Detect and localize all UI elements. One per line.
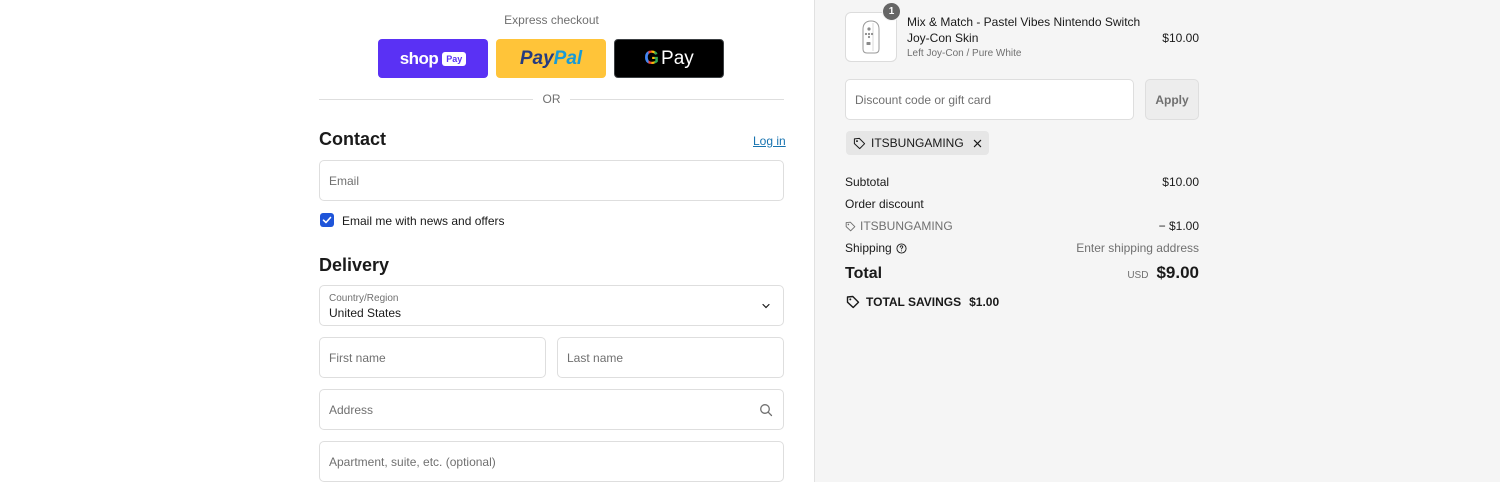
discount-code-label: ITSBUNGAMING — [860, 219, 953, 233]
currency-code: USD — [1127, 270, 1149, 281]
paypal-wordmark-part1: Pay — [519, 47, 554, 69]
chevron-down-icon — [762, 303, 770, 308]
total-value: $9.00 — [1156, 263, 1199, 282]
order-discount-label: Order discount — [845, 197, 924, 211]
paypal-wordmark: PayPal — [520, 48, 582, 70]
apply-discount-button[interactable]: Apply — [1145, 79, 1199, 120]
discount-code-row: ITSBUNGAMING − $1.00 — [845, 219, 1199, 233]
remove-discount-button[interactable] — [973, 139, 982, 148]
first-name-field[interactable]: First name — [319, 337, 546, 378]
applied-discount-chip: ITSBUNGAMING — [846, 131, 989, 155]
google-pay-wordmark: G Pay — [644, 48, 694, 70]
check-icon — [322, 216, 332, 224]
quantity-badge: 1 — [882, 2, 901, 21]
search-icon — [760, 403, 773, 416]
total-label: Total — [845, 265, 883, 282]
joy-con-skin-image — [862, 20, 880, 54]
shop-pay-button[interactable]: shop Pay — [378, 39, 488, 78]
info-icon — [896, 242, 907, 254]
total-amount-group: USD $9.00 — [1127, 263, 1199, 283]
express-checkout-title: Express checkout — [504, 13, 599, 27]
google-pay-button[interactable]: G Pay — [614, 39, 724, 78]
close-icon — [973, 139, 981, 147]
discount-value: − $1.00 — [1158, 219, 1199, 233]
paypal-button[interactable]: PayPal — [496, 39, 606, 78]
total-savings-label: TOTAL SAVINGS — [866, 295, 962, 309]
contact-heading: Contact — [319, 129, 386, 149]
subtotal-row: Subtotal $10.00 — [845, 175, 1199, 189]
product-variant: Left Joy-Con / Pure White — [907, 48, 1022, 59]
paypal-wordmark-part2: Pal — [553, 47, 583, 69]
address-placeholder: Address — [329, 402, 374, 417]
discount-code-label-group: ITSBUNGAMING — [845, 219, 1199, 233]
google-pay-text: Pay — [661, 47, 694, 69]
shipping-value: Enter shipping address — [1076, 241, 1199, 255]
country-label: Country/Region — [329, 293, 399, 304]
google-g-logo: G — [644, 47, 660, 69]
country-value: United States — [329, 306, 402, 320]
shop-pay-wordmark: shop — [399, 48, 439, 68]
first-name-placeholder: First name — [329, 350, 386, 365]
applied-discount-code: ITSBUNGAMING — [871, 136, 964, 150]
email-placeholder: Email — [329, 173, 360, 188]
subtotal-value: $10.00 — [1162, 175, 1199, 189]
shop-pay-pill: Pay — [442, 51, 467, 66]
shipping-info-button[interactable] — [896, 242, 907, 254]
shipping-label: Shipping — [845, 241, 892, 255]
checkout-main: Express checkout shop Pay PayPal G Pay O… — [0, 0, 814, 482]
shipping-row: Shipping Enter shipping address — [845, 241, 1199, 255]
address-field[interactable]: Address — [319, 389, 784, 430]
discount-placeholder: Discount code or gift card — [855, 92, 992, 107]
email-field[interactable]: Email — [319, 160, 784, 201]
total-savings-row: TOTAL SAVINGS $1.00 — [846, 295, 999, 309]
total-row: Total USD $9.00 — [845, 263, 1199, 283]
delivery-heading: Delivery — [319, 255, 390, 275]
apartment-placeholder: Apartment, suite, etc. (optional) — [329, 454, 496, 469]
log-in-link[interactable]: Log in — [753, 134, 786, 148]
apartment-field[interactable]: Apartment, suite, etc. (optional) — [319, 441, 784, 482]
product-price: $10.00 — [1162, 31, 1199, 45]
savings-tag-icon — [846, 295, 860, 309]
divider-line-right — [570, 99, 784, 100]
newsletter-label: Email me with news and offers — [342, 214, 505, 228]
tag-icon — [845, 221, 856, 231]
or-divider: OR — [319, 92, 784, 108]
discount-code-input[interactable]: Discount code or gift card — [845, 79, 1134, 120]
country-select[interactable]: Country/Region United States — [319, 285, 784, 326]
last-name-placeholder: Last name — [567, 350, 624, 365]
last-name-field[interactable]: Last name — [557, 337, 784, 378]
newsletter-checkbox[interactable] — [320, 213, 334, 227]
subtotal-label: Subtotal — [845, 175, 890, 189]
tag-icon — [853, 137, 866, 149]
total-savings-value: $1.00 — [969, 295, 1000, 309]
order-discount-row: Order discount — [845, 197, 1199, 211]
